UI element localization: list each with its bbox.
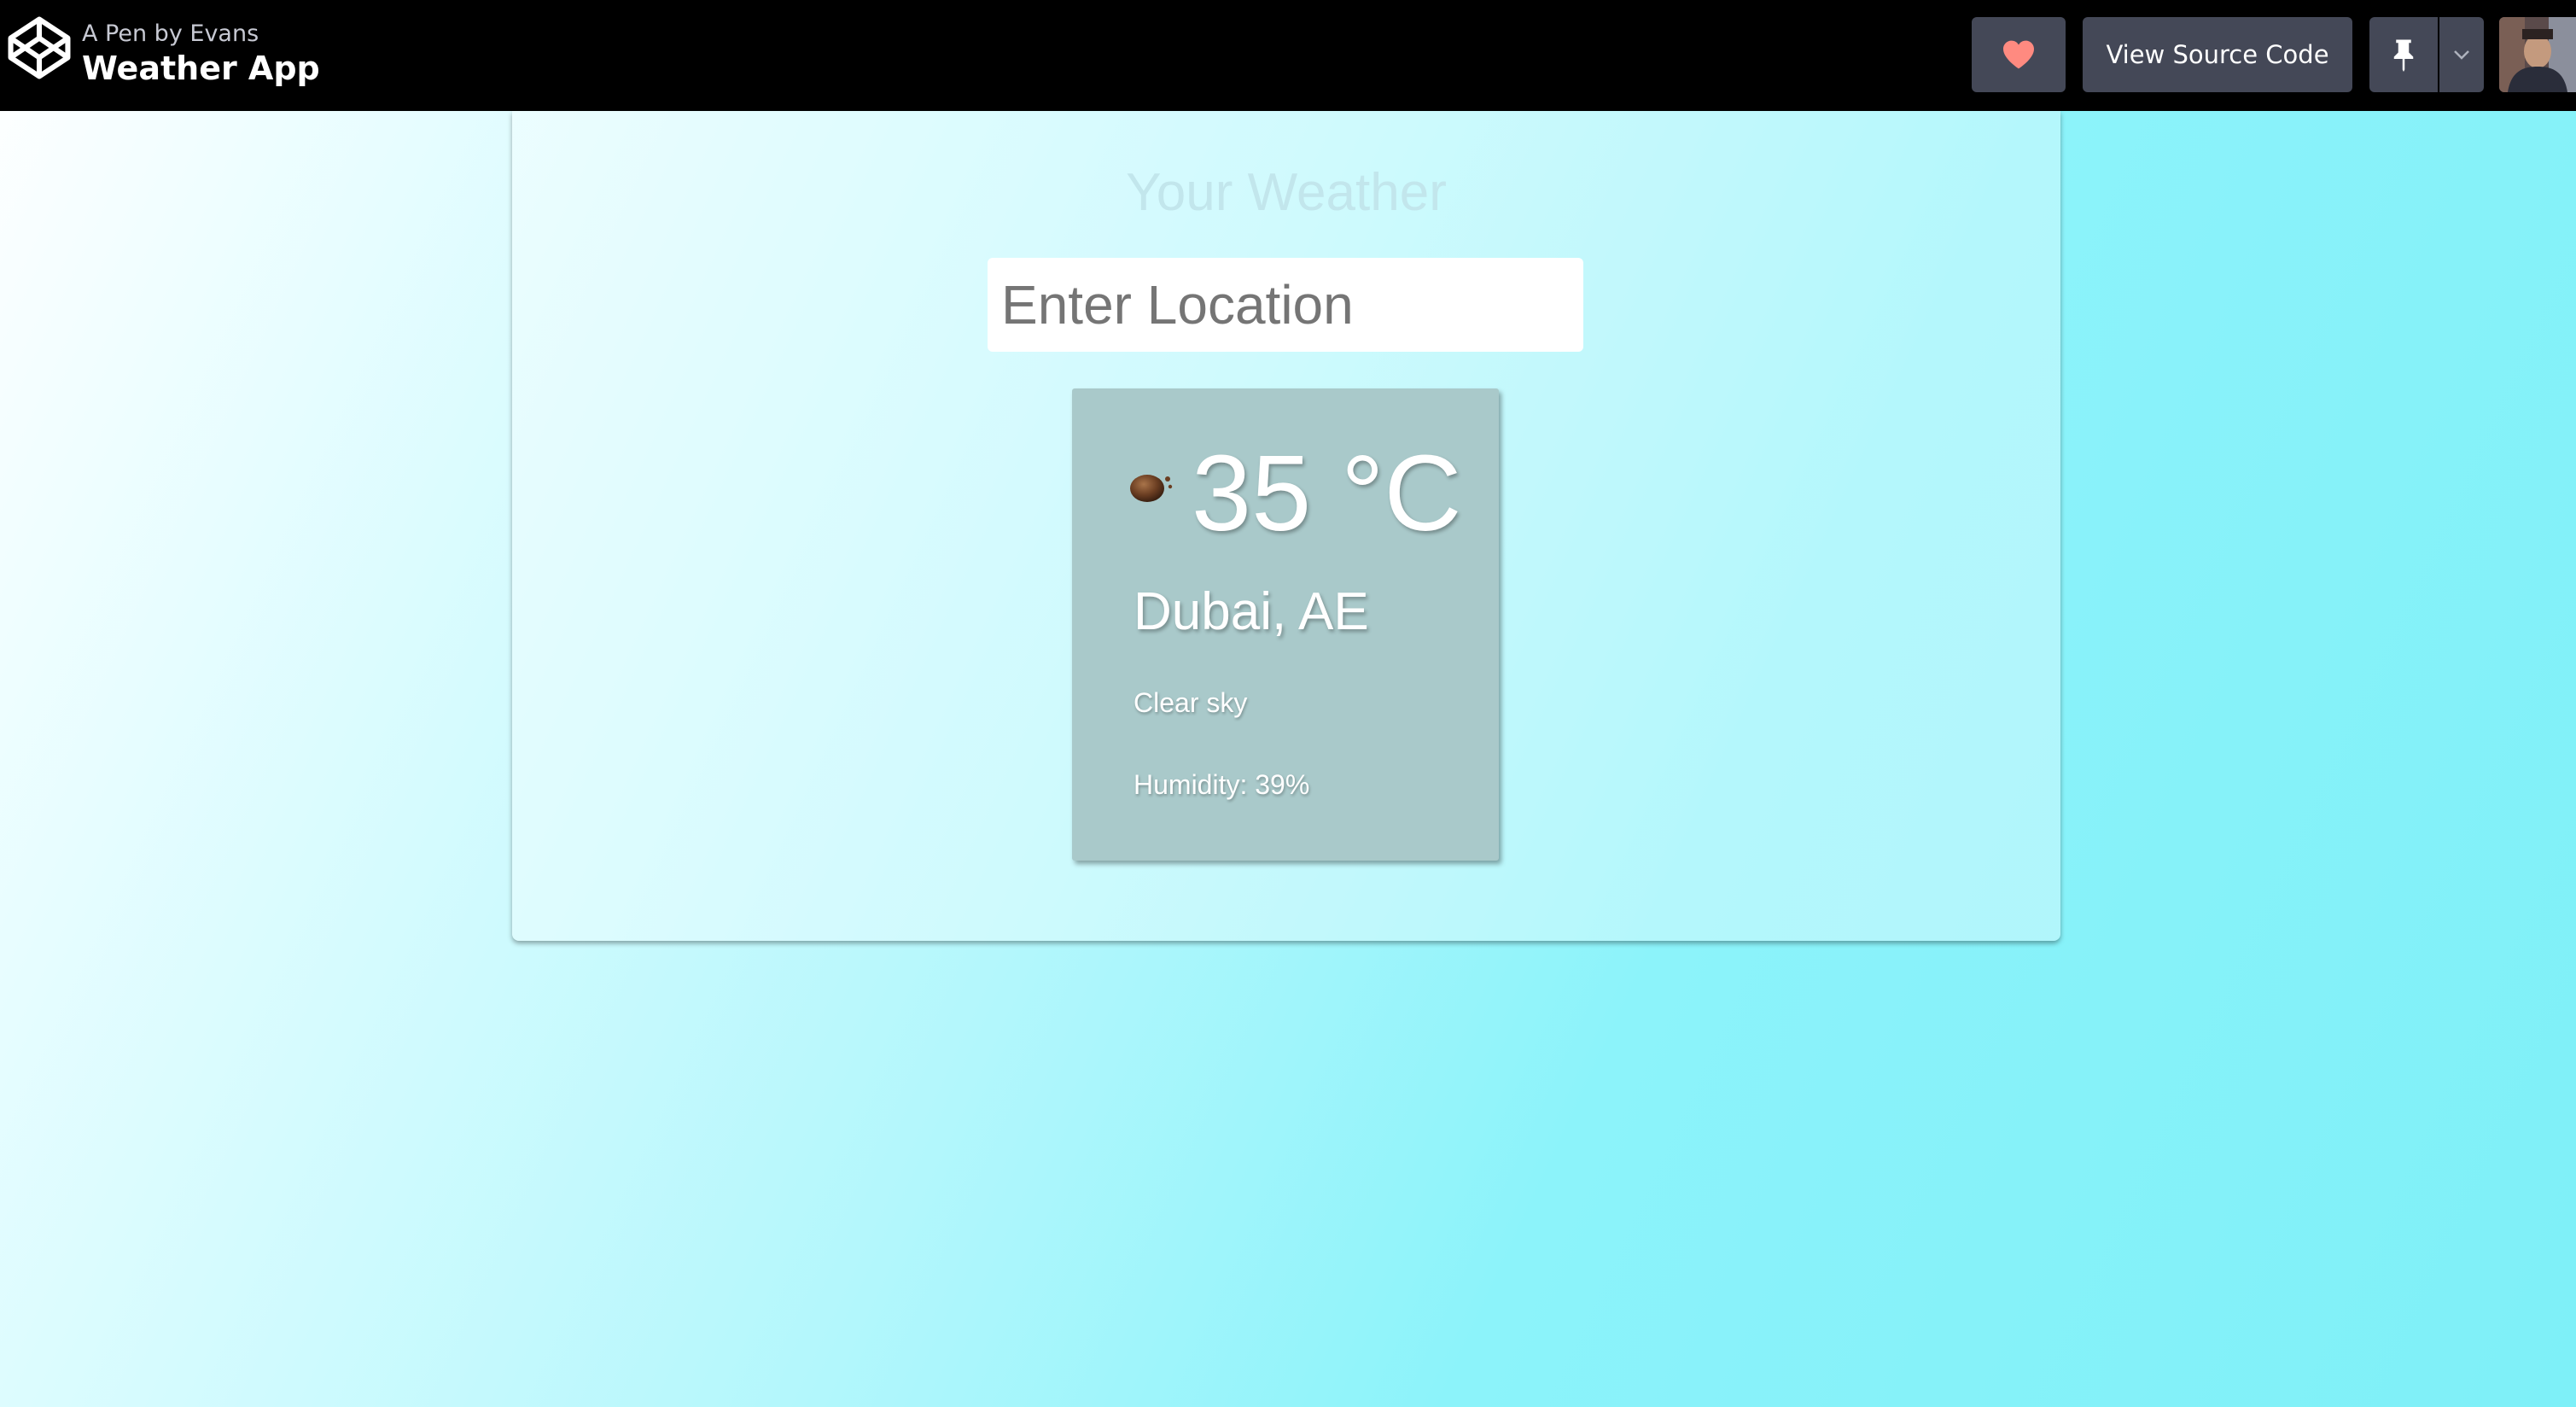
avatar-image <box>2499 17 2576 92</box>
pin-icon <box>2393 39 2414 72</box>
pen-author[interactable]: A Pen by Evans <box>82 20 259 47</box>
user-avatar[interactable] <box>2499 17 2576 92</box>
codepen-logo-icon[interactable] <box>7 15 72 80</box>
codepen-header: A Pen by Evans Weather App View Source C… <box>0 0 2576 111</box>
chevron-down-icon <box>2454 50 2469 60</box>
pin-options-button[interactable] <box>2439 17 2484 92</box>
temperature: 35 °C <box>1192 433 1462 553</box>
app-title: Your Weather <box>1126 163 1447 222</box>
weather-app-container: Your Weather 35 °C Dubai, AE Clear sky H… <box>512 111 2060 941</box>
location-search-input[interactable] <box>988 258 1583 352</box>
pin-button[interactable] <box>2369 17 2438 92</box>
location-name: Dubai, AE <box>1134 582 1369 641</box>
heart-icon <box>2003 40 2034 69</box>
view-source-button[interactable]: View Source Code <box>2083 17 2352 92</box>
weather-description: Clear sky <box>1134 687 1248 718</box>
like-button[interactable] <box>1972 17 2066 92</box>
humidity: Humidity: 39% <box>1134 769 1310 800</box>
weather-card: 35 °C Dubai, AE Clear sky Humidity: 39% <box>1072 388 1499 861</box>
weather-icon <box>1130 475 1173 502</box>
pen-title: Weather App <box>82 50 320 87</box>
